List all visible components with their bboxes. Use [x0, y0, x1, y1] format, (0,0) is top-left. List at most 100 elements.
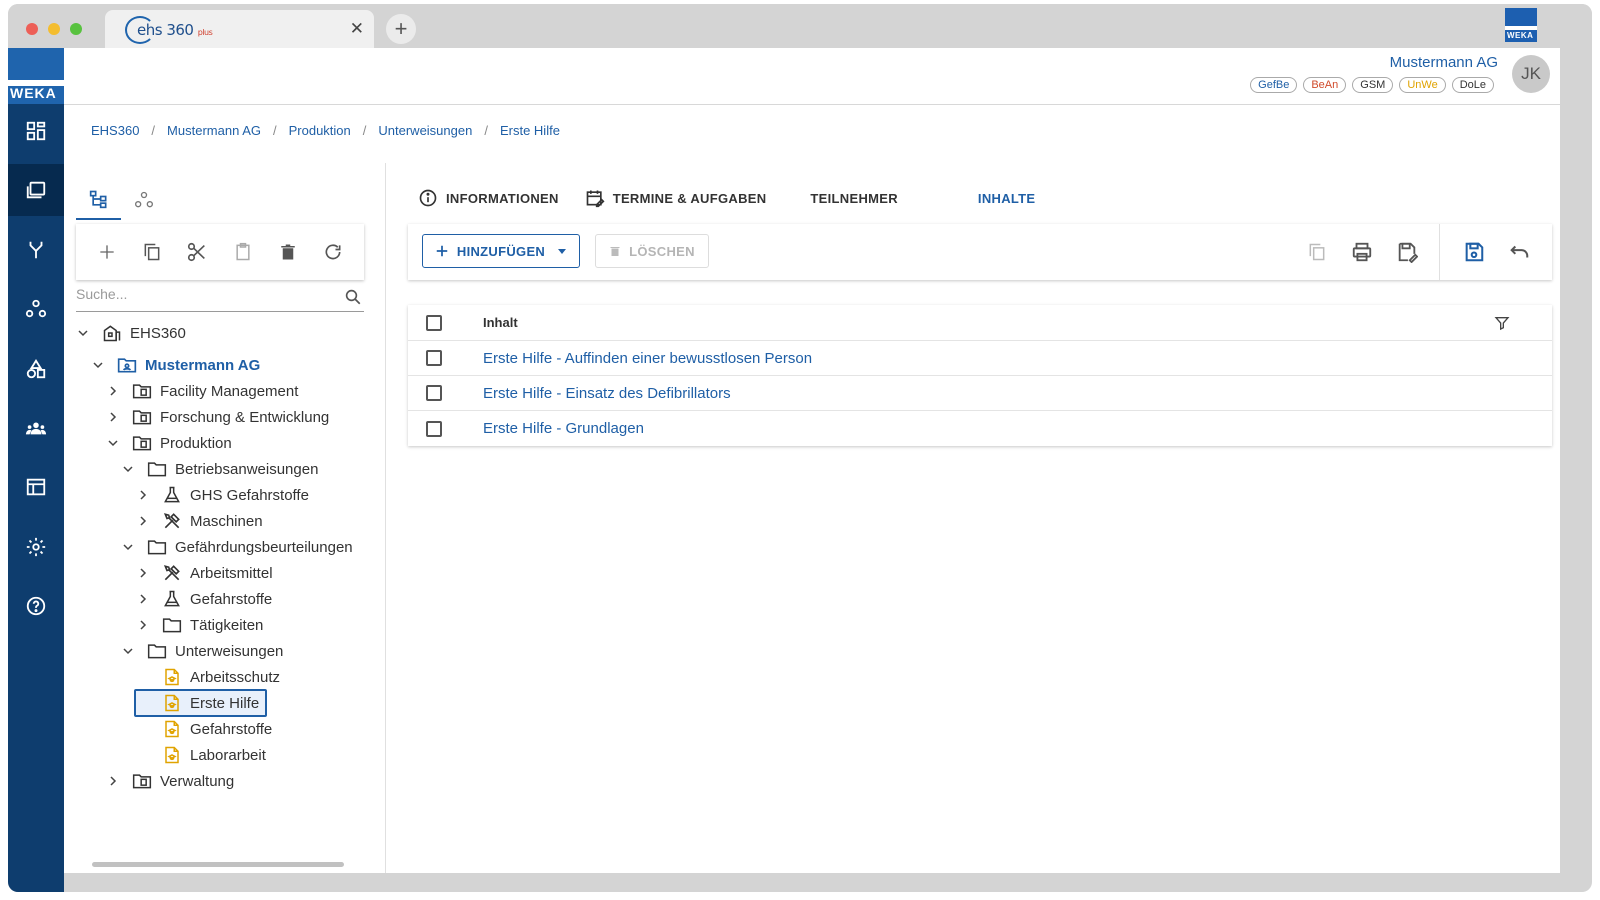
tab-informationen[interactable]: INFORMATIONEN [418, 186, 559, 210]
chevron-right-icon[interactable] [106, 774, 120, 788]
tree-horizontal-scrollbar[interactable] [92, 862, 344, 867]
save-edit-icon [1398, 242, 1418, 263]
tab-close-icon[interactable]: ✕ [350, 19, 364, 39]
content-link[interactable]: Erste Hilfe - Auffinden einer bewusstlos… [483, 350, 812, 367]
add-content-button[interactable]: HINZUFÜGEN [422, 234, 580, 268]
save-edit-button[interactable] [1395, 240, 1419, 264]
chevron-right-icon[interactable] [136, 514, 150, 528]
rail-help[interactable] [8, 580, 64, 632]
tree-node[interactable]: EHS360 [76, 321, 186, 345]
chevron-right-icon[interactable] [136, 488, 150, 502]
undo-button[interactable] [1507, 240, 1531, 264]
panel-divider[interactable] [385, 163, 386, 873]
maximize-window-button[interactable] [70, 23, 82, 35]
badge-unwe[interactable]: UnWe [1399, 77, 1446, 93]
table-row[interactable]: Erste Hilfe - Grundlagen [408, 411, 1552, 446]
tree-node[interactable]: Facility Management [106, 379, 298, 403]
row-checkbox[interactable] [426, 385, 442, 401]
row-checkbox[interactable] [426, 350, 442, 366]
search-input[interactable] [76, 286, 326, 302]
copy-node-button[interactable] [140, 240, 164, 264]
chevron-down-icon[interactable] [106, 436, 120, 450]
table-row[interactable]: Erste Hilfe - Einsatz des Defibrillators [408, 376, 1552, 411]
rail-folders[interactable] [8, 164, 64, 216]
chevron-right-icon[interactable] [136, 566, 150, 580]
tree-node[interactable]: Arbeitsschutz [136, 665, 280, 689]
tab-inhalte[interactable]: INHALTE [978, 186, 1035, 210]
tools-icon [162, 563, 182, 583]
filter-icon[interactable] [1494, 315, 1510, 336]
tree-node[interactable]: Gefahrstoffe [136, 717, 272, 741]
rail-table[interactable] [8, 461, 64, 513]
breadcrumb-item[interactable]: Unterweisungen [378, 123, 472, 138]
tree-node[interactable]: Arbeitsmittel [136, 561, 273, 585]
tree-node[interactable]: Tätigkeiten [136, 613, 263, 637]
tree-node[interactable]: Erste Hilfe [134, 689, 268, 717]
duplicate-button[interactable] [1305, 240, 1329, 264]
badge-dole[interactable]: DoLe [1451, 77, 1494, 93]
delete-content-button[interactable]: LÖSCHEN [595, 234, 709, 268]
tree-node[interactable]: Mustermann AG [91, 353, 260, 377]
tree-node[interactable]: Laborarbeit [136, 743, 266, 767]
tab-org-view[interactable] [121, 180, 166, 220]
paste-node-button[interactable] [231, 240, 255, 264]
delete-node-button[interactable] [276, 240, 300, 264]
browser-tab[interactable]: ehs 360 plus ✕ [105, 10, 374, 48]
refresh-tree-button[interactable] [321, 240, 345, 264]
rail-dashboard[interactable] [8, 105, 64, 157]
rail-fork[interactable] [8, 224, 64, 276]
print-button[interactable] [1350, 240, 1374, 264]
tree-node[interactable]: Maschinen [136, 509, 263, 533]
badge-gefbe[interactable]: GefBe [1250, 77, 1298, 93]
new-tab-button[interactable]: + [386, 14, 416, 44]
tree-node[interactable]: Gefährdungsbeurteilungen [121, 535, 353, 559]
badge-gsm[interactable]: GSM [1352, 77, 1394, 93]
table-row[interactable]: Erste Hilfe - Auffinden einer bewusstlos… [408, 341, 1552, 376]
view-tabs [76, 180, 176, 220]
close-window-button[interactable] [26, 23, 38, 35]
minimize-window-button[interactable] [48, 23, 60, 35]
rail-people[interactable] [8, 402, 64, 454]
badge-bean[interactable]: BeAn [1303, 77, 1347, 93]
tab-termine-aufgaben[interactable]: TERMINE & AUFGABEN [585, 186, 767, 210]
chevron-right-icon[interactable] [106, 384, 120, 398]
tab-teilnehmer[interactable]: TEILNEHMER [810, 186, 898, 210]
tree-node[interactable]: Verwaltung [106, 769, 234, 793]
rail-settings[interactable] [8, 521, 64, 573]
row-checkbox[interactable] [426, 420, 442, 437]
select-all-checkbox[interactable] [426, 314, 442, 331]
tree-node[interactable]: Betriebsanweisungen [121, 457, 318, 481]
breadcrumb-item-current[interactable]: Erste Hilfe [500, 123, 560, 138]
tree-node[interactable]: Unterweisungen [121, 639, 283, 663]
chevron-down-icon[interactable] [91, 358, 105, 372]
rail-org[interactable] [8, 283, 64, 335]
tree-node[interactable]: Forschung & Entwicklung [106, 405, 329, 429]
tree-node[interactable]: GHS Gefahrstoffe [136, 483, 309, 507]
tree-node-label: Gefährdungsbeurteilungen [175, 538, 353, 556]
tab-tree-view[interactable] [76, 180, 121, 220]
breadcrumb-item[interactable]: Mustermann AG [167, 123, 261, 138]
column-header-inhalt[interactable]: Inhalt [483, 315, 518, 330]
chevron-right-icon[interactable] [106, 410, 120, 424]
cut-node-button[interactable] [185, 240, 209, 264]
breadcrumb-item[interactable]: EHS360 [91, 123, 139, 138]
chevron-down-icon[interactable] [121, 462, 135, 476]
chevron-down-icon[interactable] [121, 540, 135, 554]
add-node-button[interactable] [95, 240, 119, 264]
avatar[interactable]: JK [1512, 55, 1550, 93]
save-button[interactable] [1462, 240, 1486, 264]
search-icon[interactable] [344, 288, 362, 311]
chevron-down-icon[interactable] [121, 644, 135, 658]
chevron-right-icon[interactable] [136, 592, 150, 606]
breadcrumb-item[interactable]: Produktion [289, 123, 351, 138]
rail-shapes[interactable] [8, 343, 64, 395]
weka-logo[interactable]: WEKA [8, 48, 64, 104]
content-link[interactable]: Erste Hilfe - Einsatz des Defibrillators [483, 385, 731, 402]
company-name[interactable]: Mustermann AG [1390, 54, 1498, 71]
chevron-right-icon[interactable] [136, 618, 150, 632]
chevron-down-icon[interactable] [76, 326, 90, 340]
content-link[interactable]: Erste Hilfe - Grundlagen [483, 420, 644, 437]
tree-node[interactable]: Gefahrstoffe [136, 587, 272, 611]
tree-node[interactable]: Produktion [106, 431, 232, 455]
